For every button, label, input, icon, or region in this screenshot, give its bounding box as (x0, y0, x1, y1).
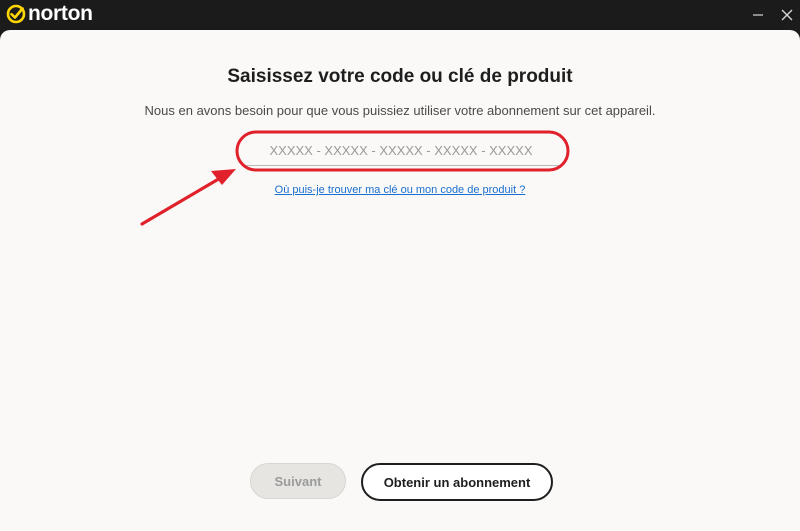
main-window: Saisissez votre code ou clé de produit N… (0, 30, 800, 531)
close-icon (781, 9, 793, 21)
arrow-head-icon (211, 169, 236, 185)
product-code-field (243, 136, 559, 166)
product-code-input[interactable] (243, 136, 559, 166)
app-name: norton (28, 2, 93, 25)
norton-check-icon (6, 4, 26, 24)
help-link[interactable]: Où puis-je trouver ma clé ou mon code de… (0, 184, 800, 196)
get-subscription-button[interactable]: Obtenir un abonnement (361, 463, 553, 501)
minimize-button[interactable] (743, 0, 773, 30)
norton-logo: norton (6, 2, 93, 25)
close-button[interactable] (772, 0, 800, 30)
page-title: Saisissez votre code ou clé de produit (227, 66, 573, 87)
minimize-icon (753, 14, 763, 16)
next-button[interactable]: Suivant (250, 463, 346, 499)
title-bar: norton (0, 0, 800, 30)
page-subtitle: Nous en avons besoin pour que vous puiss… (144, 103, 656, 118)
